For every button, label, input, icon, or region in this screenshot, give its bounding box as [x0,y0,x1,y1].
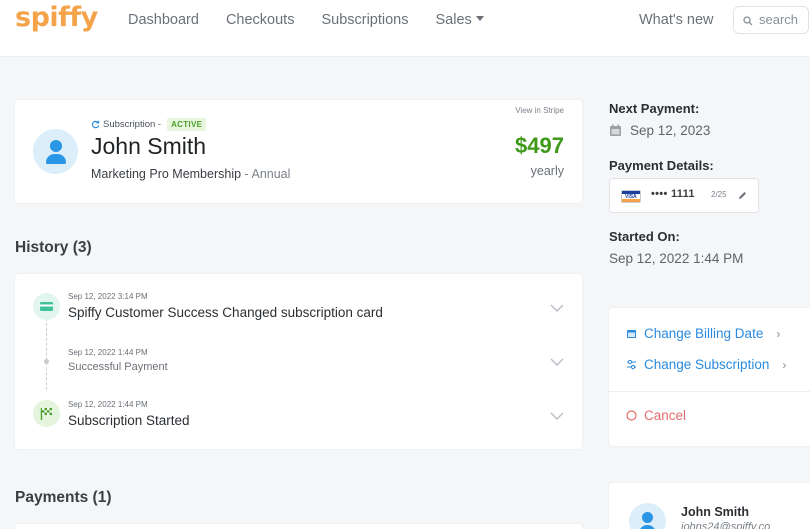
started-on-label: Started On: [609,229,680,244]
change-subscription-button[interactable]: Change Subscription › [626,357,786,372]
customer-card-name: John Smith [681,505,750,519]
cancel-subscription-button[interactable]: Cancel [626,408,686,423]
cancel-circle-icon [626,410,637,421]
flag-icon [33,400,60,427]
event-time: Sep 12, 2022 1:44 PM [68,348,148,357]
next-payment-date: Sep 12, 2023 [630,123,711,138]
event-title: Subscription Started [68,413,190,428]
customer-card-email: johns24@spiffy.co [681,521,771,529]
change-subscription-label: Change Subscription [644,357,770,372]
change-billing-date-button[interactable]: Change Billing Date › [626,326,780,341]
history-event[interactable]: Sep 12, 2022 3:14 PM Spiffy Customer Suc… [15,274,582,320]
nav-checkouts[interactable]: Checkouts [226,12,295,28]
pencil-icon[interactable] [737,190,748,201]
subscription-type-text: Subscription - [103,119,162,130]
whats-new-link[interactable]: What's new [639,12,714,28]
main-nav: Dashboard Checkouts Subscriptions Sales [128,12,484,28]
history-event[interactable]: Sep 12, 2022 1:44 PM Successful Payment [15,330,582,373]
event-title: Spiffy Customer Success Changed subscrip… [68,305,383,320]
plan-description: Marketing Pro Membership - Annual [91,167,290,181]
payment-card-box[interactable]: VISA •••• 1111 2/25 [609,178,759,213]
status-badge: ACTIVE [167,118,207,131]
plan-interval: - Annual [244,167,291,181]
spiffy-logo[interactable]: spiffy [15,2,98,33]
search-icon [743,16,753,26]
customer-name: John Smith [91,133,207,159]
avatar [33,129,78,174]
avatar [629,503,666,529]
change-billing-date-label: Change Billing Date [644,326,764,341]
nav-dashboard[interactable]: Dashboard [128,12,199,28]
payments-card [15,524,582,529]
refresh-icon [91,120,100,129]
credit-card-icon [33,293,60,320]
history-title: History (3) [15,239,92,256]
nav-sales[interactable]: Sales [436,12,484,28]
event-title: Successful Payment [68,361,168,373]
card-masked-number: •••• 1111 [651,188,695,200]
sliders-icon [627,359,636,370]
top-navbar: spiffy Dashboard Checkouts Subscriptions… [0,0,810,57]
chevron-right-icon: › [782,357,787,372]
chevron-down-icon[interactable] [550,411,564,421]
nav-subscriptions[interactable]: Subscriptions [321,12,408,28]
calendar-icon [610,124,621,136]
nav-sales-label: Sales [435,12,472,28]
view-in-stripe-link[interactable]: View in Stripe [515,106,564,115]
chevron-down-icon[interactable] [550,357,564,367]
search-placeholder: search [759,12,799,27]
dot-icon [44,359,49,364]
visa-icon: VISA [621,190,641,203]
customer-card[interactable]: John Smith johns24@spiffy.co [609,483,810,529]
history-card: Sep 12, 2022 3:14 PM Spiffy Customer Suc… [15,274,582,449]
plan-name: Marketing Pro Membership [91,167,242,181]
card-expiry: 2/25 [711,190,727,199]
calendar-icon [627,330,636,338]
started-on-value: Sep 12, 2022 1:44 PM [609,251,744,266]
subscription-amount: $497 [515,133,564,158]
chevron-right-icon: › [776,326,781,341]
billing-period: yearly [530,164,564,178]
event-time: Sep 12, 2022 3:14 PM [68,292,148,301]
subscription-actions-card: Change Billing Date › Change Subscriptio… [609,308,810,446]
cancel-label: Cancel [644,408,687,423]
search-input[interactable]: search [733,6,809,34]
chevron-down-icon[interactable] [550,303,564,313]
subscription-summary-card: Subscription - ACTIVE John Smith Marketi… [15,100,582,203]
chevron-down-icon [475,15,484,21]
event-time: Sep 12, 2022 1:44 PM [68,400,148,409]
next-payment-label: Next Payment: [609,101,700,116]
subscription-type-label: Subscription - ACTIVE [91,118,207,131]
divider [609,391,810,392]
history-event[interactable]: Sep 12, 2022 1:44 PM Subscription Starte… [15,386,582,428]
payment-details-label: Payment Details: [609,158,714,173]
payments-title: Payments (1) [15,489,112,506]
